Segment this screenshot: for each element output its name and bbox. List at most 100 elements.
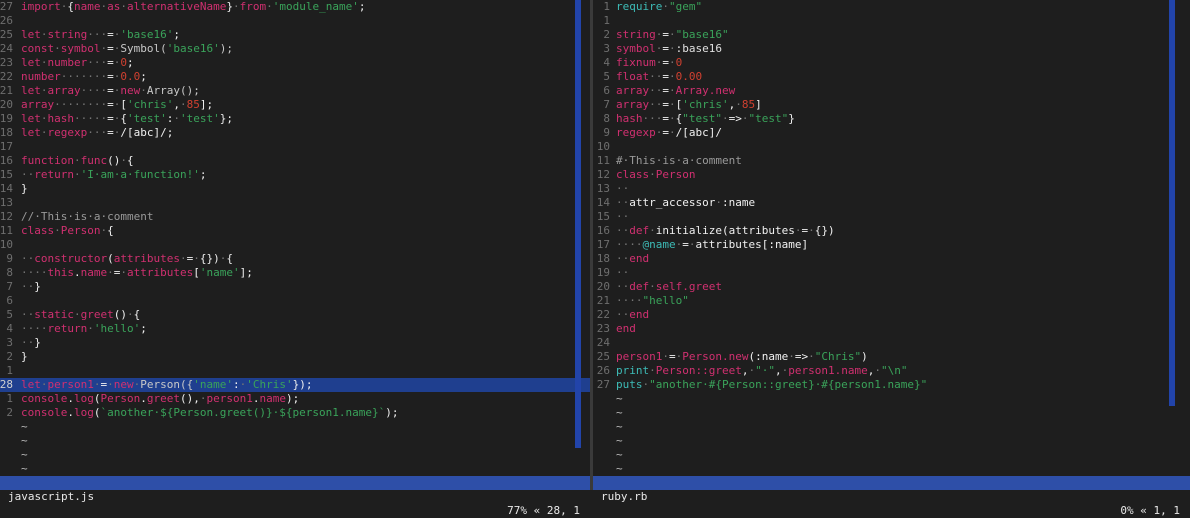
code-line[interactable]: 19 let·hash·····=·{'test':·'test'};	[0, 112, 590, 126]
code-text[interactable]: #·This·is·a·comment	[616, 154, 742, 168]
code-line[interactable]: 5 ··static·greet()·{	[0, 308, 590, 322]
left-code-area[interactable]: 27 import·{name·as·alternativeName}·from·…	[0, 0, 590, 476]
code-text[interactable]: ··def·self.greet	[616, 280, 722, 294]
code-line[interactable]: 6 array··=·Array.new	[593, 84, 1190, 98]
code-line[interactable]: 11 #·This·is·a·comment	[593, 154, 1190, 168]
code-line[interactable]: 3 ··}	[0, 336, 590, 350]
code-text[interactable]: print·Person::greet,·"·",·person1.name,·…	[616, 364, 907, 378]
code-text[interactable]: let·number···=·0;	[21, 56, 134, 70]
code-line[interactable]: 1 require·"gem"	[593, 0, 1190, 14]
code-line[interactable]: 2 string·=·"base16"	[593, 28, 1190, 42]
code-line[interactable]: 13	[0, 196, 590, 210]
code-text[interactable]: end	[616, 322, 636, 336]
code-text[interactable]: ··}	[21, 280, 41, 294]
code-line[interactable]: 18 let·regexp···=·/[abc]/;	[0, 126, 590, 140]
code-line[interactable]: 10	[593, 140, 1190, 154]
code-text[interactable]: array········=·['chris',·85];	[21, 98, 213, 112]
code-text[interactable]: ····return·'hello';	[21, 322, 147, 336]
code-text[interactable]: symbol·=·:base16	[616, 42, 722, 56]
code-text[interactable]: ··def·initialize(attributes·=·{})	[616, 224, 835, 238]
code-text[interactable]: let·string···=·'base16';	[21, 28, 180, 42]
code-text[interactable]: number·······=·0.0;	[21, 70, 147, 84]
code-text[interactable]: let·regexp···=·/[abc]/;	[21, 126, 173, 140]
code-text[interactable]: let·person1·=·new·Person({'name':·'Chris…	[21, 378, 312, 392]
code-line[interactable]: 17	[0, 140, 590, 154]
code-line[interactable]: 15 ··return·'I·am·a·function!';	[0, 168, 590, 182]
code-line[interactable]: 4 ····return·'hello';	[0, 322, 590, 336]
code-line[interactable]: 25 let·string···=·'base16';	[0, 28, 590, 42]
code-line[interactable]: 27 puts·"another·#{Person::greet}·#{perso…	[593, 378, 1190, 392]
code-text[interactable]: require·"gem"	[616, 0, 702, 14]
code-text[interactable]: }	[21, 350, 28, 364]
code-text[interactable]: ····@name·=·attributes[:name]	[616, 238, 808, 252]
right-code-area[interactable]: 1 require·"gem" 1 2 string·=·"base16" 3 symbol…	[593, 0, 1190, 476]
code-line[interactable]: 13 ··	[593, 182, 1190, 196]
code-text[interactable]: ····"hello"	[616, 294, 689, 308]
code-text[interactable]: ··	[616, 210, 629, 224]
code-line[interactable]: 5 float··=·0.00	[593, 70, 1190, 84]
code-line[interactable]: 24 const·symbol·=·Symbol('base16');	[0, 42, 590, 56]
code-line[interactable]: 25 person1·=·Person.new(:name·=>·"Chris")	[593, 350, 1190, 364]
code-line[interactable]: 20 ··def·self.greet	[593, 280, 1190, 294]
right-scrollbar[interactable]	[1169, 0, 1175, 406]
code-text[interactable]: ····this.name·=·attributes['name'];	[21, 266, 253, 280]
code-line[interactable]: 24	[593, 336, 1190, 350]
code-text[interactable]: string·=·"base16"	[616, 28, 729, 42]
code-line[interactable]: 11 class·Person·{	[0, 224, 590, 238]
code-line[interactable]: 26 print·Person::greet,·"·",·person1.name…	[593, 364, 1190, 378]
code-line[interactable]: 16 ··def·initialize(attributes·=·{})	[593, 224, 1190, 238]
code-text[interactable]: ··constructor(attributes·=·{})·{	[21, 252, 233, 266]
code-line[interactable]: 28 let·person1·=·new·Person({'name':·'Chr…	[0, 378, 590, 392]
code-line[interactable]: 2}	[0, 350, 590, 364]
code-line[interactable]: 2 console.log(`another·${Person.greet()}·…	[0, 406, 590, 420]
code-text[interactable]: person1·=·Person.new(:name·=>·"Chris")	[616, 350, 868, 364]
code-line[interactable]: 21 let·array····=·new·Array();	[0, 84, 590, 98]
code-text[interactable]: ··end	[616, 308, 649, 322]
left-editor-pane[interactable]: 27 import·{name·as·alternativeName}·from·…	[0, 0, 590, 476]
code-line[interactable]: 1	[593, 14, 1190, 28]
code-line[interactable]: 23 end	[593, 322, 1190, 336]
code-line[interactable]: 19 ··	[593, 266, 1190, 280]
code-line[interactable]: 26	[0, 14, 590, 28]
code-line[interactable]: 17 ····@name·=·attributes[:name]	[593, 238, 1190, 252]
code-line[interactable]: 20 array········=·['chris',·85];	[0, 98, 590, 112]
code-line[interactable]: 22 number·······=·0.0;	[0, 70, 590, 84]
code-line[interactable]: 6	[0, 294, 590, 308]
right-editor-pane[interactable]: 1 require·"gem" 1 2 string·=·"base16" 3 symbol…	[593, 0, 1190, 476]
code-text[interactable]: regexp·=·/[abc]/	[616, 126, 722, 140]
code-text[interactable]: fixnum·=·0	[616, 56, 682, 70]
code-text[interactable]: ··}	[21, 336, 41, 350]
code-line[interactable]: 22 ··end	[593, 308, 1190, 322]
code-line[interactable]: 18 ··end	[593, 252, 1190, 266]
code-line[interactable]: 8 ····this.name·=·attributes['name'];	[0, 266, 590, 280]
code-text[interactable]: ··	[616, 266, 629, 280]
code-line[interactable]: 14}	[0, 182, 590, 196]
code-text[interactable]: ··end	[616, 252, 649, 266]
code-line[interactable]: 12 //·This·is·a·comment	[0, 210, 590, 224]
code-line[interactable]: 3 symbol·=·:base16	[593, 42, 1190, 56]
code-line[interactable]: 21 ····"hello"	[593, 294, 1190, 308]
code-text[interactable]: ··	[616, 182, 629, 196]
code-line[interactable]: 16 function·func()·{	[0, 154, 590, 168]
code-line[interactable]: 15 ··	[593, 210, 1190, 224]
code-line[interactable]: 4 fixnum·=·0	[593, 56, 1190, 70]
code-text[interactable]: float··=·0.00	[616, 70, 702, 84]
code-line[interactable]: 14 ··attr_accessor·:name	[593, 196, 1190, 210]
code-text[interactable]: const·symbol·=·Symbol('base16');	[21, 42, 233, 56]
code-text[interactable]: import·{name·as·alternativeName}·from·'m…	[21, 0, 365, 14]
code-text[interactable]: array··=·['chris',·85]	[616, 98, 762, 112]
code-line[interactable]: 1 console.log(Person.greet(),·person1.nam…	[0, 392, 590, 406]
code-line[interactable]: 27 import·{name·as·alternativeName}·from·…	[0, 0, 590, 14]
code-text[interactable]: console.log(Person.greet(),·person1.name…	[21, 392, 299, 406]
code-text[interactable]: ··return·'I·am·a·function!';	[21, 168, 206, 182]
code-line[interactable]: 9 ··constructor(attributes·=·{})·{	[0, 252, 590, 266]
code-line[interactable]: 7 ··}	[0, 280, 590, 294]
code-line[interactable]: 8 hash···=·{"test"·=>·"test"}	[593, 112, 1190, 126]
code-text[interactable]: class·Person·{	[21, 224, 114, 238]
code-text[interactable]: let·array····=·new·Array();	[21, 84, 200, 98]
code-line[interactable]: 10	[0, 238, 590, 252]
code-line[interactable]: 9 regexp·=·/[abc]/	[593, 126, 1190, 140]
code-text[interactable]: hash···=·{"test"·=>·"test"}	[616, 112, 795, 126]
code-text[interactable]: array··=·Array.new	[616, 84, 735, 98]
code-line[interactable]: 7 array··=·['chris',·85]	[593, 98, 1190, 112]
